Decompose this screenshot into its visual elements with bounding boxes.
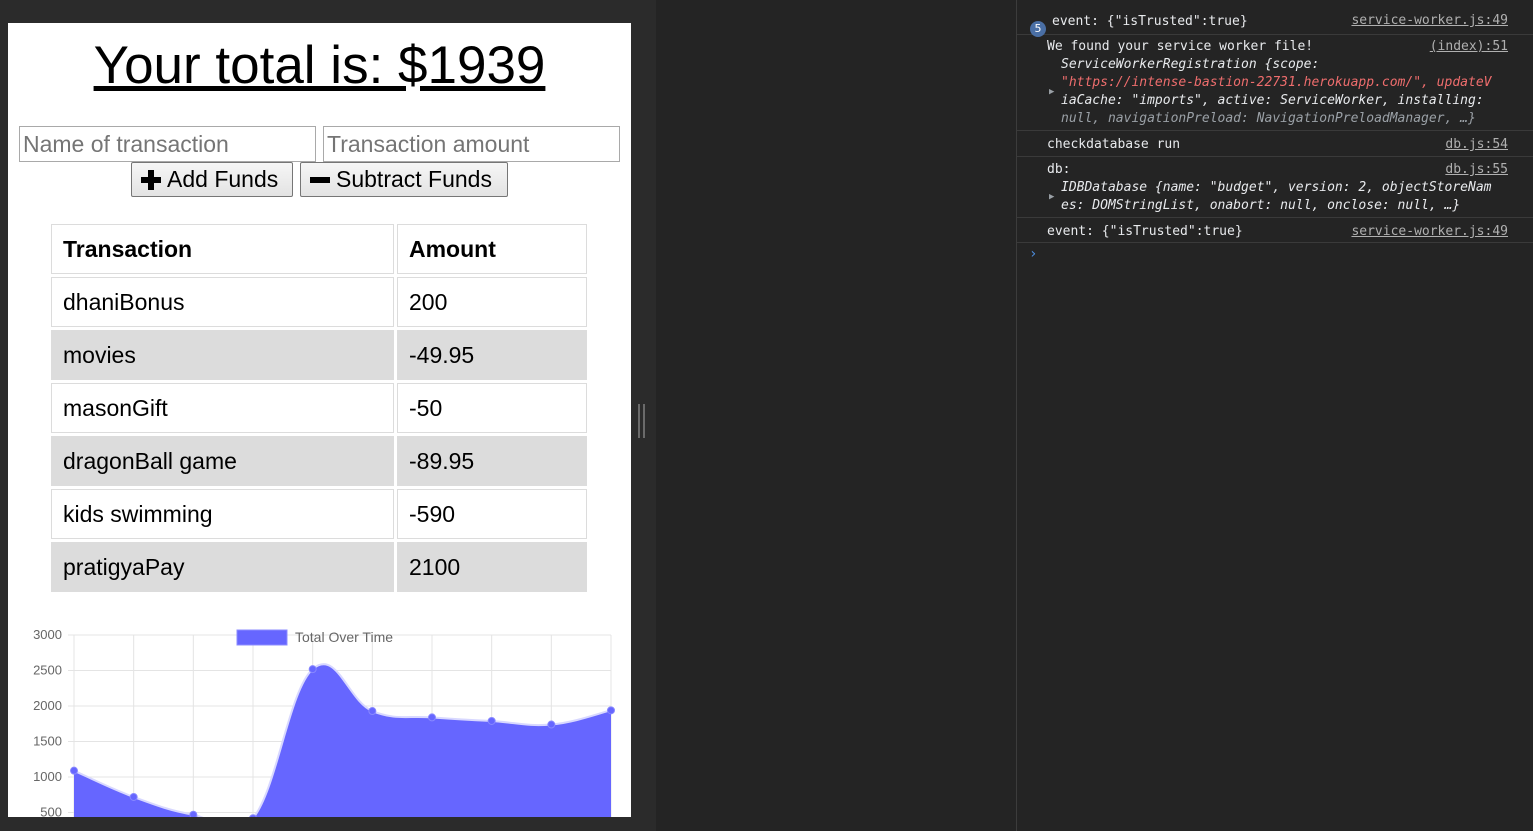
transaction-amount-input[interactable] — [323, 126, 620, 162]
y-tick-label: 1000 — [33, 769, 62, 784]
transaction-amount-cell: 2100 — [397, 542, 587, 592]
data-point — [129, 792, 138, 801]
transaction-name-cell: masonGift — [51, 383, 394, 433]
console-message: db: db.js:55 ▶ IDBDatabase {name: "budge… — [1017, 157, 1533, 218]
data-point — [189, 810, 198, 817]
console-message-text: db: — [1047, 162, 1071, 177]
data-point — [428, 713, 436, 722]
console-message: event: {"isTrusted":true} service-worker… — [1017, 218, 1533, 243]
console-message: 5 event: {"isTrusted":true} service-work… — [1017, 8, 1533, 37]
total-heading: Your total is: $1939 — [93, 36, 546, 95]
budget-page: Your total is: $1939 Add Funds Subtract … — [8, 23, 631, 817]
console-message-text: We found your service worker file! — [1047, 39, 1314, 54]
console-source-link[interactable]: db.js:54 — [1445, 137, 1508, 152]
series-area — [74, 664, 611, 817]
console-object-line: null, navigationPreload: NavigationPrelo… — [1061, 111, 1476, 126]
app-viewport: Your total is: $1939 Add Funds Subtract … — [0, 0, 656, 831]
plus-icon — [141, 169, 161, 190]
total-over-time-chart: 300025002000150010005000Total Over Time — [33, 627, 615, 818]
subtract-funds-button[interactable]: Subtract Funds — [300, 162, 508, 197]
transaction-amount-cell: -590 — [397, 489, 587, 539]
data-point — [487, 716, 496, 725]
console-object-line: "https://intense-bastion-22731.herokuapp… — [1061, 75, 1492, 90]
transaction-name-cell: pratigyaPay — [51, 542, 394, 592]
console-source-link[interactable]: (index):51 — [1430, 39, 1508, 54]
console-object-line: ServiceWorkerRegistration {scope: — [1061, 57, 1320, 72]
data-point — [607, 706, 615, 715]
console-source-link[interactable]: db.js:55 — [1445, 162, 1508, 177]
console-message: We found your service worker file! (inde… — [1017, 35, 1533, 131]
transaction-amount-cell: -50 — [397, 383, 587, 433]
table-row: dhaniBonus 200 — [51, 277, 587, 327]
console-object-line: es: DOMStringList, onabort: null, onclos… — [1061, 198, 1461, 213]
transaction-name-cell: kids swimming — [51, 489, 394, 539]
console-source-link[interactable]: service-worker.js:49 — [1351, 13, 1508, 28]
data-point — [547, 720, 556, 729]
devtools-console: 5 event: {"isTrusted":true} service-work… — [1016, 0, 1533, 831]
console-message: checkdatabase run db.js:54 — [1017, 131, 1533, 157]
console-source-link[interactable]: service-worker.js:49 — [1351, 224, 1508, 239]
data-point — [368, 707, 377, 716]
panel-splitter-handle[interactable] — [638, 404, 646, 438]
minus-icon — [310, 170, 330, 190]
y-tick-label: 500 — [40, 805, 62, 818]
table-row: dragonBall game -89.95 — [51, 436, 587, 486]
transaction-name-cell: dhaniBonus — [51, 277, 394, 327]
expand-triangle-icon[interactable]: ▶ — [1049, 192, 1054, 202]
y-tick-label: 2000 — [33, 698, 62, 713]
transaction-amount-cell: -89.95 — [397, 436, 587, 486]
table-row: pratigyaPay 2100 — [51, 542, 587, 592]
transaction-amount-cell: -49.95 — [397, 330, 587, 380]
header-transaction: Transaction — [51, 224, 394, 274]
transactions-table-wrapper[interactable]: Transaction Amount dhaniBonus 200 movies… — [48, 221, 590, 595]
add-funds-label: Add Funds — [167, 166, 279, 192]
table-row: kids swimming -590 — [51, 489, 587, 539]
add-funds-button[interactable]: Add Funds — [131, 162, 293, 197]
legend-swatch — [236, 629, 288, 646]
header-amount: Amount — [397, 224, 587, 274]
table-row: movies -49.95 — [51, 330, 587, 380]
subtract-funds-label: Subtract Funds — [336, 166, 492, 192]
console-message-text: event: {"isTrusted":true} — [1047, 224, 1243, 239]
console-object-line: iaCache: "imports", active: ServiceWorke… — [1061, 93, 1484, 108]
console-message-text: checkdatabase run — [1047, 137, 1181, 152]
expand-triangle-icon[interactable]: ▶ — [1049, 87, 1054, 97]
transaction-name-input[interactable] — [19, 126, 316, 162]
transaction-name-cell: movies — [51, 330, 394, 380]
console-object-line: IDBDatabase {name: "budget", version: 2,… — [1061, 180, 1492, 195]
y-tick-label: 2500 — [33, 663, 62, 678]
transaction-amount-cell: 200 — [397, 277, 587, 327]
y-tick-label: 1500 — [33, 734, 62, 749]
console-prompt-icon[interactable]: › — [1029, 246, 1037, 262]
data-point — [70, 766, 78, 775]
table-row: masonGift -50 — [51, 383, 587, 433]
console-message-text: event: {"isTrusted":true} — [1052, 14, 1248, 29]
transactions-table: Transaction Amount dhaniBonus 200 movies… — [48, 221, 590, 595]
transaction-name-cell: dragonBall game — [51, 436, 394, 486]
table-header-row: Transaction Amount — [51, 224, 587, 274]
data-point — [308, 665, 317, 674]
y-tick-label: 3000 — [33, 627, 62, 642]
legend-label: Total Over Time — [295, 629, 393, 645]
